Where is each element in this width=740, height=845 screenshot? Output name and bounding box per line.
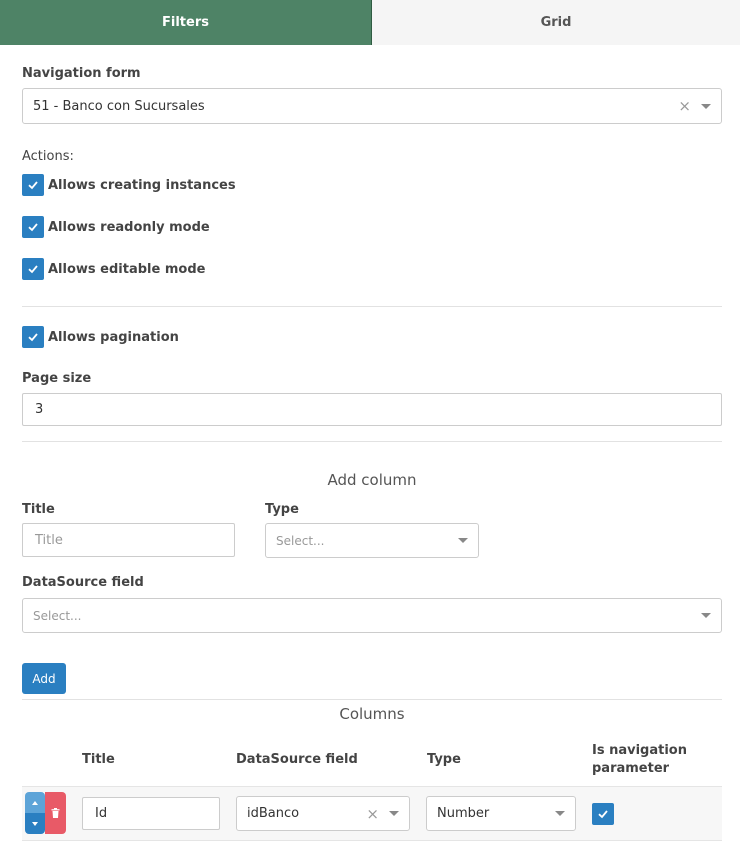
row-datasource-select[interactable]: idBanco × [236,796,410,831]
clear-icon[interactable]: × [366,805,379,823]
actions-label: Actions: [22,149,74,164]
allows-readonly-mode-label: Allows readonly mode [48,219,210,235]
column-header-datasource: DataSource field [236,752,358,767]
chevron-down-icon[interactable] [701,103,711,109]
checkmark-icon [598,810,608,819]
allows-creating-instances-checkbox-row[interactable]: Allows creating instances [22,174,236,196]
datasource-field-select[interactable]: Select... [22,598,722,633]
trash-icon [51,808,60,818]
column-header-nav-param-line1: Is navigation [592,743,687,758]
type-label: Type [265,502,299,517]
navigation-form-label: Navigation form [22,66,141,81]
chevron-down-icon[interactable] [458,538,468,543]
divider [22,441,722,442]
tab-bar: Filters Grid [0,0,740,45]
type-select-placeholder: Select... [276,533,325,548]
add-column-heading: Add column [327,471,417,489]
is-navigation-parameter-checkbox[interactable] [592,803,614,825]
checkbox-checked-icon[interactable] [22,258,44,280]
datasource-field-label: DataSource field [22,575,144,590]
checkbox-checked-icon[interactable] [22,216,44,238]
allows-readonly-mode-checkbox-row[interactable]: Allows readonly mode [22,216,210,238]
column-header-nav-param-line2: parameter [592,761,670,776]
row-type-select[interactable]: Number [426,796,576,831]
chevron-down-icon[interactable] [389,811,399,816]
allows-pagination-label: Allows pagination [48,329,179,345]
page-size-label: Page size [22,371,92,386]
navigation-form-value: 51 - Banco con Sucursales [33,98,205,114]
row-title-input[interactable]: Id [82,797,220,830]
checkbox-checked-icon[interactable] [22,174,44,196]
title-input[interactable]: Title [22,523,235,557]
allows-editable-mode-label: Allows editable mode [48,261,206,277]
navigation-form-select[interactable]: 51 - Banco con Sucursales × [22,88,722,124]
type-select[interactable]: Select... [265,523,479,558]
page-size-input[interactable]: 3 [22,393,722,426]
column-header-title: Title [82,752,115,767]
divider [22,699,722,700]
tab-filters[interactable]: Filters [0,0,372,45]
column-header-nav-param: Is navigation parameter [592,742,687,778]
clear-icon[interactable]: × [678,97,691,115]
tab-grid[interactable]: Grid [372,0,740,45]
chevron-down-icon[interactable] [701,613,711,618]
allows-editable-mode-checkbox-row[interactable]: Allows editable mode [22,258,205,280]
title-label: Title [22,502,55,517]
arrow-down-icon [32,821,38,826]
divider [22,306,722,307]
columns-heading: Columns [339,705,405,723]
allows-creating-instances-label: Allows creating instances [48,177,236,193]
checkbox-checked-icon[interactable] [22,326,44,348]
move-up-button[interactable] [25,792,45,813]
arrow-up-icon [32,800,38,805]
move-down-button[interactable] [25,813,45,834]
reorder-buttons [25,792,45,834]
add-button[interactable]: Add [22,663,66,694]
chevron-down-icon[interactable] [555,811,565,816]
datasource-field-placeholder: Select... [33,608,82,623]
delete-row-button[interactable] [45,792,66,834]
allows-pagination-checkbox-row[interactable]: Allows pagination [22,326,179,348]
column-header-type: Type [427,752,461,767]
row-type-value: Number [437,806,490,821]
row-datasource-value: idBanco [247,806,300,821]
